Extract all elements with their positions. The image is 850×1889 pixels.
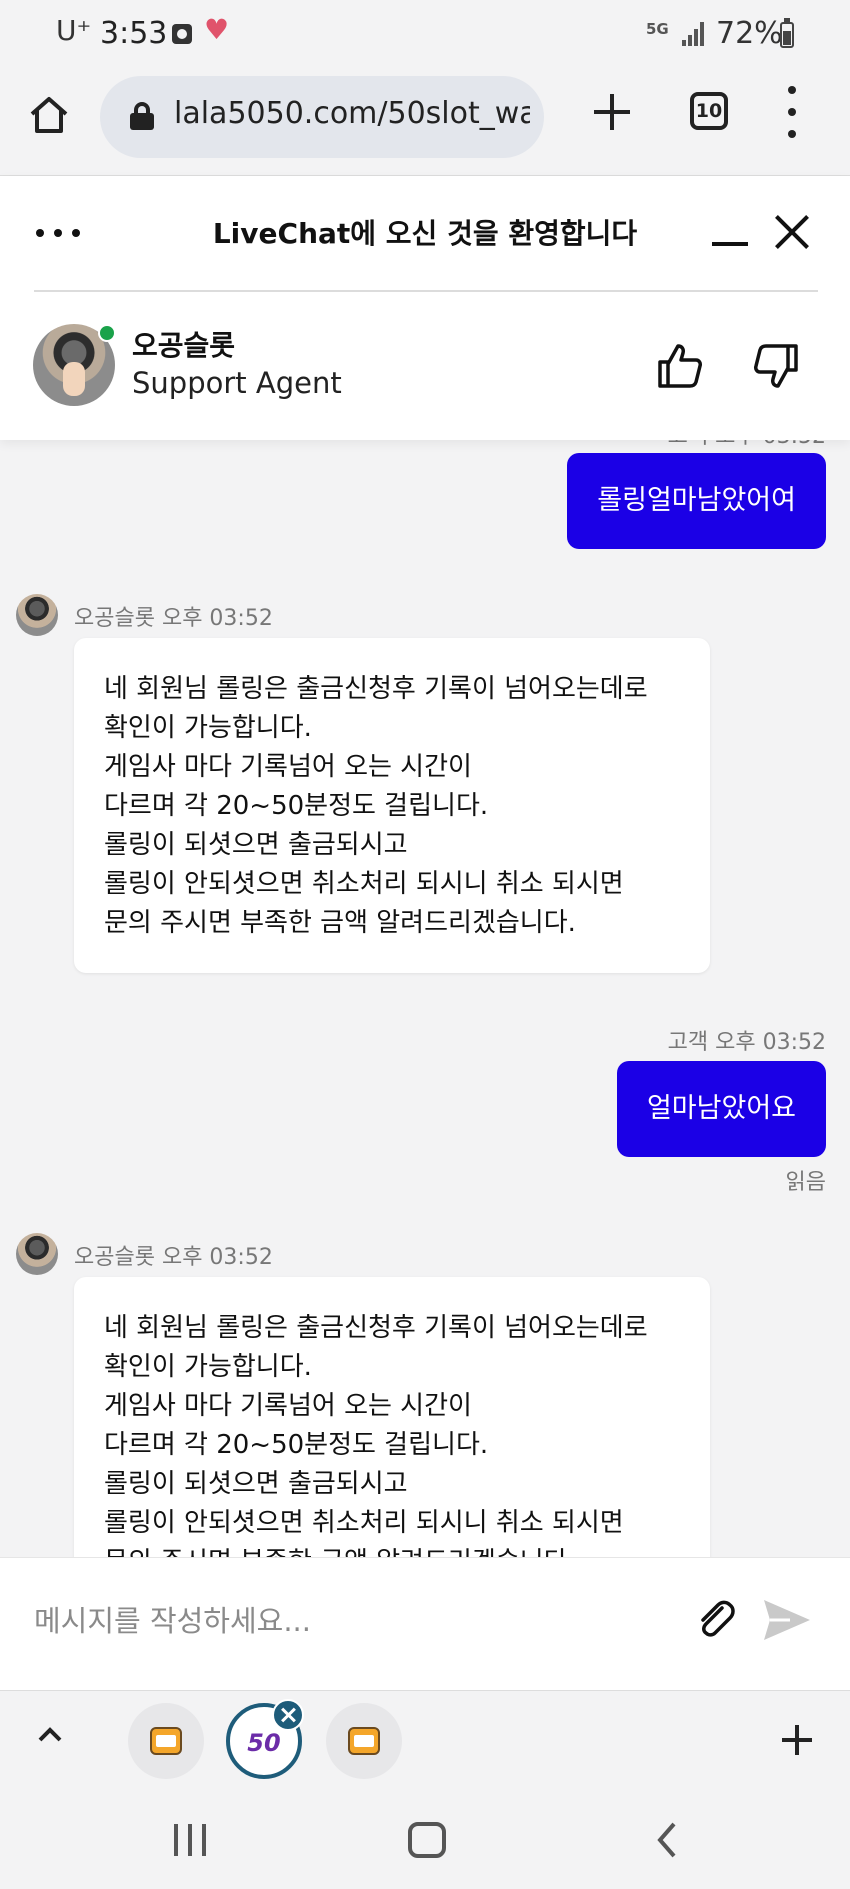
- close-icon[interactable]: [774, 214, 810, 250]
- message-line: 게임사 마다 기록넘어 오는 시간이: [104, 1391, 472, 1421]
- tab-label: 50: [247, 1729, 281, 1757]
- agent-message-bubble: 네 회원님 롤링은 출금신청후 기록이 넘어오는데로 확인이 가능합니다. 게임…: [74, 1277, 710, 1557]
- chat-header: LiveChat에 오신 것을 환영합니다 오공슬롯 Support Agent: [0, 176, 850, 440]
- message-line: 롤링이 안되셧으면 취소처리 되시니 취소 되시면: [104, 869, 624, 899]
- message-meta: 오공슬롯 오후 03:52: [74, 606, 273, 631]
- system-navigation-bar: [0, 1790, 850, 1889]
- message-line: 확인이 가능합니다.: [104, 1352, 312, 1382]
- close-tab-icon[interactable]: [272, 1699, 304, 1731]
- back-icon[interactable]: [650, 1822, 686, 1858]
- agent-role: Support Agent: [132, 366, 342, 400]
- notification-app-icon: [172, 24, 192, 44]
- lock-icon[interactable]: [130, 102, 154, 130]
- tabs-icon[interactable]: 10: [690, 92, 728, 130]
- message-line: 네 회원님 롤링은 출금신청후 기록이 넘어오는데로: [104, 674, 648, 704]
- paperclip-icon[interactable]: [692, 1596, 740, 1644]
- more-vertical-icon[interactable]: [778, 86, 806, 138]
- message-composer: [0, 1557, 850, 1690]
- message-line: 롤링이 안되셧으면 취소처리 되시니 취소 되시면: [104, 1508, 624, 1538]
- message-meta: 고객 오후 03:52: [667, 1030, 826, 1055]
- minimize-icon[interactable]: [712, 218, 748, 248]
- battery-percent: 72%: [716, 16, 783, 51]
- message-line: 다르며 각 20~50분정도 걸립니다.: [104, 1430, 489, 1460]
- message-meta: 오공슬롯 오후 03:52: [74, 1245, 273, 1270]
- agent-name: 오공슬롯: [132, 329, 236, 362]
- address-bar[interactable]: lala5050.com/50slot_wa: [100, 76, 544, 158]
- recents-icon[interactable]: [172, 1822, 208, 1858]
- chevron-up-icon[interactable]: [34, 1719, 66, 1751]
- thumbs-down-icon[interactable]: [752, 342, 800, 390]
- status-time: 3:53: [100, 16, 168, 51]
- message-line: 다르며 각 20~50분정도 걸립니다.: [104, 791, 489, 821]
- read-receipt: 읽음: [785, 1170, 826, 1195]
- message-input[interactable]: [34, 1596, 654, 1646]
- agent-avatar-small: [16, 1233, 58, 1275]
- header-divider: [34, 290, 818, 292]
- message-line: 확인이 가능합니다.: [104, 713, 312, 743]
- customer-message-bubble: 얼마남았어요: [616, 1061, 826, 1157]
- home-icon[interactable]: [28, 94, 70, 136]
- message-line: 롤링이 되셧으면 출금되시고: [104, 830, 408, 860]
- online-status-dot: [98, 324, 116, 342]
- agent-avatar-small: [16, 594, 58, 636]
- tab-slot-game[interactable]: [326, 1703, 402, 1779]
- message-line: 문의 주시면 부족한 금액 알려드리겠습니다.: [104, 1543, 682, 1557]
- message-line: 게임사 마다 기록넘어 오는 시간이: [104, 752, 472, 782]
- message-meta: 고객 오후 03:52: [668, 440, 826, 450]
- slot-machine-icon: [150, 1727, 182, 1755]
- network-type: 5G: [646, 20, 669, 38]
- tab-slot-game[interactable]: [128, 1703, 204, 1779]
- send-icon[interactable]: [760, 1596, 814, 1644]
- message-line: 문의 주시면 부족한 금액 알려드리겠습니다.: [104, 908, 576, 938]
- customer-message-bubble: 롤링얼마남았어여: [567, 453, 826, 549]
- slot-machine-icon: [348, 1727, 380, 1755]
- heart-icon: ♥: [204, 13, 230, 46]
- carrier-label: U⁺: [56, 14, 92, 47]
- new-tab-plus-icon[interactable]: [590, 90, 634, 134]
- chat-messages[interactable]: 고객 오후 03:52 롤링얼마남았어여 오공슬롯 오후 03:52 네 회원님…: [0, 440, 850, 1557]
- home-nav-icon[interactable]: [408, 1822, 446, 1858]
- message-line: 네 회원님 롤링은 출금신청후 기록이 넘어오는데로: [104, 1313, 648, 1343]
- agent-message-bubble: 네 회원님 롤링은 출금신청후 기록이 넘어오는데로 확인이 가능합니다. 게임…: [74, 638, 710, 973]
- battery-icon: [780, 18, 794, 48]
- url-text[interactable]: lala5050.com/50slot_wa: [174, 96, 530, 131]
- signal-icon: [682, 22, 706, 46]
- thumbs-up-icon[interactable]: [656, 342, 704, 390]
- browser-toolbar: lala5050.com/50slot_wa 10: [0, 70, 850, 176]
- plus-icon[interactable]: [782, 1725, 812, 1755]
- status-bar: U⁺ 3:53 ♥ 5G 72%: [0, 0, 850, 70]
- message-line: 롤링이 되셧으면 출금되시고: [104, 1469, 408, 1499]
- bottom-tab-bar: 50: [0, 1690, 850, 1790]
